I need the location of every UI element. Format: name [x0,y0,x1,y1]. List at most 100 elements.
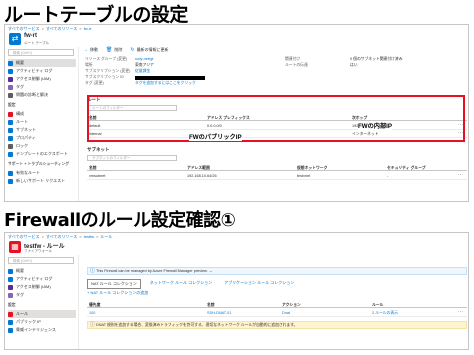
sidebar: 検索 (Ctrl+/) 概要 アクティビティ ログ アクセス制御 (IAM) タ… [5,47,79,201]
breadcrumb: すべてのサービス > すべてのリソース > fw-rt [8,26,92,31]
trash-icon: 🗑 [106,47,113,53]
firewall-icon: ▦ [9,241,21,253]
col-name: 名前 [89,165,97,170]
firewall-manager-info-banner[interactable]: ⓘ This Firewall can be managed by Azure F… [87,267,467,275]
sidebar-item-routes[interactable]: ルート [8,118,76,126]
subnets-section-title: サブネット [87,147,110,152]
add-tags-link[interactable]: タグを追加するにはここをクリック [135,81,196,86]
rules-icon [8,311,13,317]
delete-button[interactable]: 🗑 削除 [106,47,122,53]
sidebar-item-public-ip[interactable]: パブリック IP [8,318,76,326]
tags-label: タグ (変更) [85,81,104,85]
route-table-heading: ルートテーブルの設定 [4,4,188,26]
more-options-icon[interactable]: ··· [458,172,463,178]
resource-group-link[interactable]: rudy-netrgt [135,57,153,61]
tab-network-rules[interactable]: ネットワーク ルール コレクション [147,279,215,289]
sidebar-item-effective-routes[interactable]: 有効なルート [8,169,76,177]
activity-log-icon [8,276,13,282]
col-virtual-network: 仮想ネットワーク [297,165,328,170]
subnet-icon [8,127,13,133]
toolbar: → 移動 🗑 削除 ↻ 最新の情報に更新 [83,47,169,53]
wrench-icon [8,92,13,98]
subscription-label: サブスクリプション (変更) [85,69,131,73]
rule-priority: 100 [89,310,96,315]
refresh-button[interactable]: ↻ 最新の情報に更新 [130,47,168,53]
tag-icon [8,84,13,90]
tab-nat-rules[interactable]: NAT ルール コレクション [87,279,141,289]
breadcrumb-all-resources[interactable]: すべてのリソース [46,234,77,239]
sidebar-item-iam[interactable]: アクセス制御 (IAM) [8,75,76,83]
fw-public-ip-annotation: FWのパブリックIP [189,132,242,141]
sidebar-item-tags[interactable]: タグ [8,83,76,91]
sidebar-item-diagnose[interactable]: 問題の診断と解決 [8,91,76,99]
sidebar-item-activity-log[interactable]: アクティビティ ログ [8,275,76,283]
more-options-icon[interactable]: ··· [458,309,463,315]
sidebar-item-configuration[interactable]: 構成 [8,110,76,118]
sidebar-item-overview[interactable]: 概要 [8,59,76,67]
routes-highlight-frame [87,95,465,142]
resource-subtitle: ルート テーブル [24,41,50,45]
subnet-range: 192.168.10.64/26 [187,173,217,178]
route-propagation-value: はい [350,63,358,67]
sidebar-item-properties[interactable]: プロパティ [8,134,76,142]
rule-count-link[interactable]: 2 ルールの表示 [372,311,398,316]
rule-name[interactable]: SSH-DNAT-01 [207,311,231,315]
sidebar-item-iam[interactable]: アクセス制御 (IAM) [8,283,76,291]
firewall-rules-screenshot: すべてのサービス > すべてのリソース > testfw > ルール ▦ testfw - … [4,232,469,350]
iam-icon [8,284,13,290]
subscription-link[interactable]: 従量課金 [135,69,150,74]
breadcrumb-all-services[interactable]: すべてのサービス [8,26,40,31]
properties-icon [8,135,13,141]
export-icon [8,151,13,157]
public-ip-icon [8,319,13,325]
sidebar-search-input[interactable]: 検索 (Ctrl+/) [8,49,74,56]
sidebar-support-heading: サポート + トラブルシューティング [8,162,70,166]
location-value: 東南アジア [135,63,154,67]
resource-group-label: リソース グループ (変更) [85,57,128,61]
threat-intel-icon [8,327,13,333]
resource-title: fw-rt [24,33,37,39]
sidebar-search-input[interactable]: 検索 (Ctrl+/) [8,257,74,264]
sidebar-item-subnets[interactable]: サブネット [8,126,76,134]
firewall-heading: Firewallのルール設定確認① [4,210,236,231]
sidebar-settings-heading: 設定 [8,303,16,307]
breadcrumb-all-resources[interactable]: すべてのリソース [46,26,77,31]
subnets-filter-input[interactable]: サブネットのフィルター [87,155,177,161]
move-icon: → [83,47,88,53]
rules-table-header: 優先度 名前 アクション ルール [87,301,467,308]
associations-label: 関連付け [285,57,301,61]
breadcrumb-firewall[interactable]: testfw [84,234,94,239]
sidebar-item-activity-log[interactable]: アクティビティ ログ [8,67,76,75]
col-rules: ルール [372,302,384,307]
move-button[interactable]: → 移動 [83,47,98,53]
sidebar-item-overview[interactable]: 概要 [8,267,76,275]
overview-icon [8,268,13,274]
configuration-icon [8,111,13,117]
table-row[interactable]: 100 SSH-DNAT-01 Dnat 2 ルールの表示 ··· [87,309,467,317]
sidebar-settings-heading: 設定 [8,103,16,107]
tab-application-rules[interactable]: アプリケーション ルール コレクション [221,279,297,289]
breadcrumb-current[interactable]: fw-rt [84,26,92,31]
sidebar-item-threat-intel[interactable]: 脅威インテリジェンス [8,326,76,334]
table-row[interactable]: vmsubnet 192.168.10.64/26 testvnet - ··· [87,172,467,180]
sidebar-item-export-template[interactable]: テンプレートのエクスポート [8,150,76,158]
effective-routes-icon [8,170,13,176]
sidebar-item-support-request[interactable]: 新しいサポート リクエスト [8,177,76,185]
breadcrumb-all-services[interactable]: すべてのサービス [8,234,40,239]
lock-icon [8,143,13,149]
sidebar-item-tags[interactable]: タグ [8,291,76,299]
subnet-vnet: testvnet [297,173,311,178]
col-address-range: アドレス範囲 [187,165,210,170]
sidebar-item-rules[interactable]: ルール [8,310,76,318]
add-nat-collection-button[interactable]: + NAT ルール コレクションの追加 [87,290,148,296]
location-label: 場所 [85,63,93,67]
breadcrumb-current[interactable]: ルール [100,234,112,239]
route-propagation-label: ルートの伝達 [285,63,308,67]
subnet-nsg: - [387,173,389,178]
dnat-warning-banner: ⓘ DNAT 規則を追加する場合、変換済みトラフィックを許可する、適切なネットワー… [87,321,467,329]
rule-collection-tabs: NAT ルール コレクション ネットワーク ルール コレクション アプリケーショ… [87,279,297,289]
sidebar: 検索 (Ctrl+/) 概要 アクティビティ ログ アクセス制御 (IAM) タ… [5,255,79,349]
sidebar-item-locks[interactable]: ロック [8,142,76,150]
breadcrumb: すべてのサービス > すべてのリソース > testfw > ルール [8,234,113,239]
subscription-id-label: サブスクリプション ID [85,75,125,79]
